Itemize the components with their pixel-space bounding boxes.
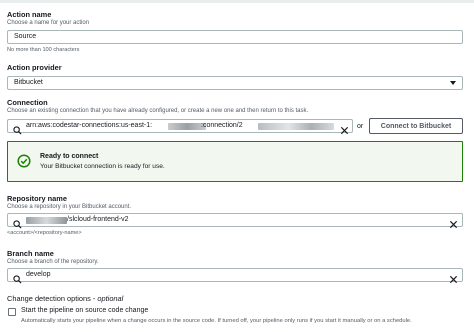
change-detection-label: Change detection options - optional bbox=[7, 294, 123, 303]
repository-name-value: /slcloud-frontend-v2 bbox=[67, 216, 129, 223]
connection-value-mid: :connection/2 bbox=[201, 122, 243, 129]
start-pipeline-label: Start the pipeline on source code change bbox=[21, 307, 149, 314]
start-pipeline-checkbox[interactable] bbox=[8, 308, 16, 316]
search-icon bbox=[13, 271, 22, 289]
start-pipeline-description: Automatically starts your pipeline when … bbox=[21, 318, 412, 324]
alert-body: Your Bitbucket connection is ready for u… bbox=[40, 163, 165, 170]
action-provider-select[interactable]: Bitbucket bbox=[7, 76, 463, 90]
action-provider-value: Bitbucket bbox=[14, 79, 43, 86]
repository-name-hint: <account>/<repository-name> bbox=[7, 230, 82, 236]
branch-name-description: Choose a branch of the repository. bbox=[7, 259, 99, 265]
or-separator: or bbox=[357, 123, 364, 130]
action-name-description: Choose a name for your action bbox=[7, 20, 90, 26]
branch-name-input[interactable]: develop bbox=[7, 268, 463, 284]
branch-name-label: Branch name bbox=[7, 249, 54, 258]
ready-to-connect-alert: Ready to connect Your Bitbucket connecti… bbox=[7, 141, 463, 182]
check-circle-icon bbox=[17, 154, 31, 173]
change-detection-title: Change detection options - bbox=[7, 294, 96, 303]
connection-value-prefix: arn:aws:codestar-connections:us-east-1: bbox=[26, 122, 153, 129]
action-name-value: Source bbox=[14, 33, 37, 40]
connection-input[interactable]: arn:aws:codestar-connections:us-east-1: … bbox=[7, 119, 353, 135]
redacted-account-name bbox=[26, 217, 67, 224]
clear-icon[interactable] bbox=[449, 271, 458, 289]
repository-name-description: Choose a repository in your Bitbucket ac… bbox=[7, 204, 132, 210]
top-divider bbox=[0, 0, 474, 3]
repository-name-label: Repository name bbox=[7, 194, 67, 203]
action-name-hint: No more than 100 characters bbox=[7, 47, 80, 53]
search-icon bbox=[13, 122, 22, 140]
repository-name-input[interactable]: /slcloud-frontend-v2 bbox=[7, 213, 463, 229]
redacted-connection-id bbox=[258, 123, 334, 130]
connect-to-bitbucket-button[interactable]: Connect to Bitbucket bbox=[369, 118, 463, 134]
optional-tag: optional bbox=[97, 294, 124, 303]
action-name-label: Action name bbox=[7, 10, 52, 19]
clear-icon[interactable] bbox=[340, 122, 349, 140]
alert-title: Ready to connect bbox=[40, 153, 99, 160]
clear-icon[interactable] bbox=[449, 216, 458, 234]
action-name-input[interactable]: Source bbox=[7, 30, 463, 44]
branch-name-value: develop bbox=[26, 271, 51, 278]
connection-description: Choose an existing connection that you h… bbox=[7, 108, 309, 114]
caret-down-icon bbox=[450, 81, 456, 85]
connection-label: Connection bbox=[7, 98, 48, 107]
action-provider-label: Action provider bbox=[7, 63, 62, 72]
